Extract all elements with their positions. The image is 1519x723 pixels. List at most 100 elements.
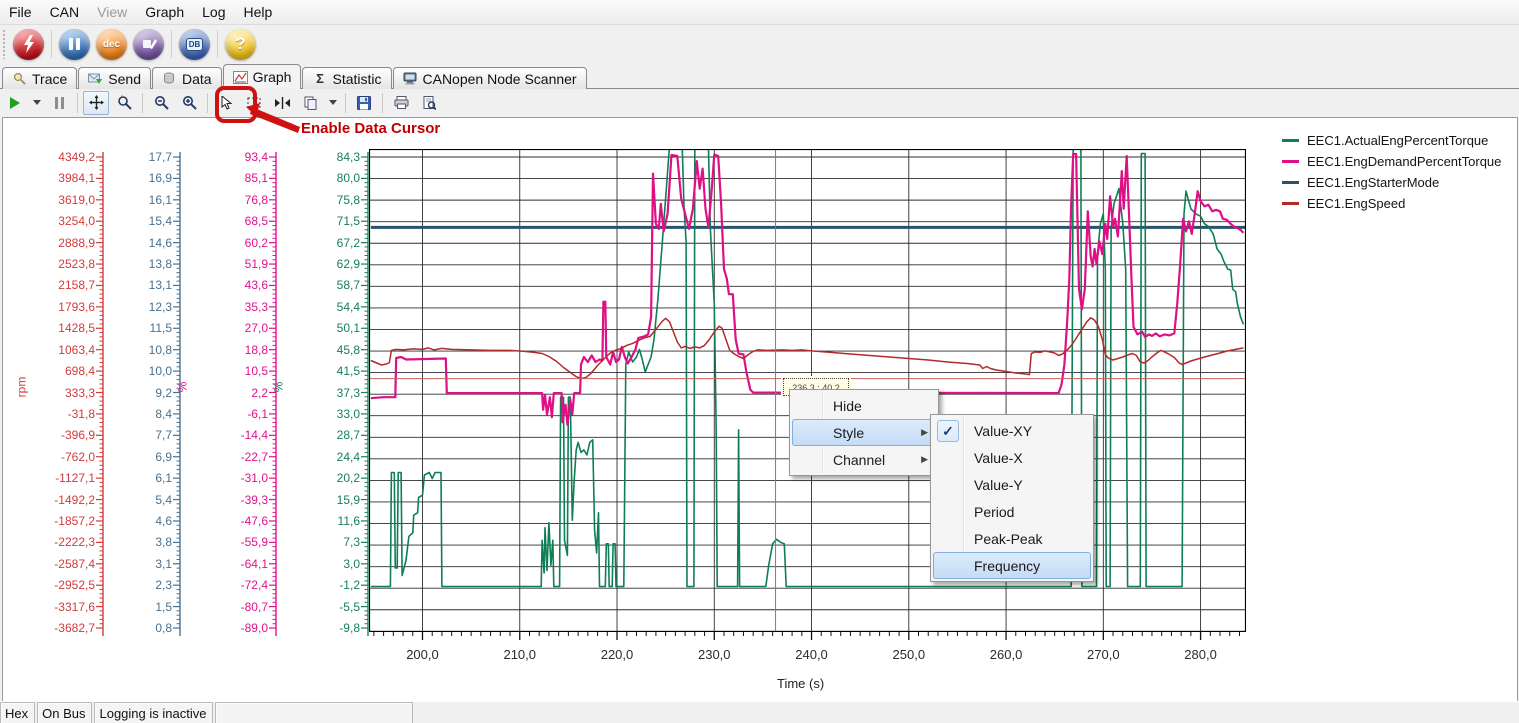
menu-item-hide[interactable]: Hide xyxy=(792,392,936,419)
y-axis-tick-label: 3619,0 xyxy=(25,194,95,206)
y-axis-tick-label: 37,3 xyxy=(290,387,360,399)
x-axis-tick-label: 240,0 xyxy=(782,647,842,662)
menu-graph[interactable]: Graph xyxy=(136,1,193,23)
y-axis-tick-label: 54,4 xyxy=(290,301,360,313)
tab-statistic[interactable]: Σ Statistic xyxy=(302,67,391,89)
tab-bar: Trace Send Data Graph Σ xyxy=(0,63,1519,89)
menu-item-style[interactable]: Style▶ xyxy=(792,419,936,446)
y-axis-tick-label: 12,3 xyxy=(102,301,172,313)
y-axis-line xyxy=(171,146,181,646)
y-axis-tick-label: 50,1 xyxy=(290,322,360,334)
decimal-mode-icon[interactable]: dec xyxy=(96,29,127,60)
copy-icon[interactable] xyxy=(297,91,323,115)
y-axis-tick-label: 35,3 xyxy=(198,301,268,313)
y-axis-tick-label: 16,1 xyxy=(102,194,172,206)
x-axis-tick-label: 230,0 xyxy=(684,647,744,662)
y-axis-tick-label: 85,1 xyxy=(198,172,268,184)
select-rectangle-icon[interactable] xyxy=(241,91,267,115)
y-axis-tick-label: 68,5 xyxy=(198,215,268,227)
y-axis-tick-label: 43,6 xyxy=(198,279,268,291)
main-toolbar: dec DB ? xyxy=(0,25,1519,63)
y-axis-tick-label: 17,7 xyxy=(102,151,172,163)
y-axis-tick-label: 10,0 xyxy=(102,365,172,377)
y-axis-tick-label: 24,4 xyxy=(290,451,360,463)
toolbar-separator xyxy=(217,30,218,58)
menu-help[interactable]: Help xyxy=(235,1,282,23)
tab-graph[interactable]: Graph xyxy=(223,64,302,89)
tab-send[interactable]: Send xyxy=(78,67,151,89)
y-axis-tick-label: 28,7 xyxy=(290,429,360,441)
menu-item-value-x[interactable]: Value-X xyxy=(933,444,1091,471)
annotation-label: Enable Data Cursor xyxy=(301,120,440,137)
pointer-icon[interactable] xyxy=(213,91,239,115)
tab-label: Statistic xyxy=(332,71,381,87)
x-axis-tick-label: 210,0 xyxy=(490,647,550,662)
y-axis-tick-label: 13,1 xyxy=(102,279,172,291)
menu-file[interactable]: File xyxy=(0,1,41,23)
y-axis-tick-label: 4,6 xyxy=(102,515,172,527)
y-axis-tick-label: 2158,7 xyxy=(25,279,95,291)
play-dropdown-icon[interactable] xyxy=(29,91,44,115)
legend-item[interactable]: EEC1.EngSpeed xyxy=(1282,193,1501,214)
save-icon[interactable] xyxy=(351,91,377,115)
legend-swatch xyxy=(1282,160,1299,163)
tab-trace[interactable]: Trace xyxy=(2,67,77,89)
menu-item-channel[interactable]: Channel▶ xyxy=(792,446,936,473)
data-cursor-icon[interactable] xyxy=(269,91,295,115)
x-axis-tick-label: 200,0 xyxy=(392,647,452,662)
legend: EEC1.ActualEngPercentTorque EEC1.EngDema… xyxy=(1282,130,1501,214)
print-preview-icon[interactable] xyxy=(416,91,442,115)
menu-item-value-y[interactable]: Value-Y xyxy=(933,471,1091,498)
menu-item-value-xy[interactable]: ✓Value-XY xyxy=(933,417,1091,444)
y-axis-tick-label: 2523,8 xyxy=(25,258,95,270)
graph-toolbar xyxy=(0,89,1519,116)
y-axis-tick-label: 10,8 xyxy=(102,344,172,356)
y-axis-line xyxy=(267,146,277,646)
y-axis-tick-label: -1492,2 xyxy=(25,494,95,506)
help-icon[interactable]: ? xyxy=(225,29,256,60)
legend-item[interactable]: EEC1.EngDemandPercentTorque xyxy=(1282,151,1501,172)
copy-dropdown-icon[interactable] xyxy=(325,91,340,115)
toolbar-separator xyxy=(171,30,172,58)
pause-icon[interactable] xyxy=(46,91,72,115)
send-envelope-icon xyxy=(88,72,103,85)
y-axis-tick-label: 60,2 xyxy=(198,237,268,249)
style-submenu: ✓Value-XY Value-X Value-Y Period Peak-Pe… xyxy=(930,414,1094,582)
menu-log[interactable]: Log xyxy=(193,1,234,23)
y-axis-tick-label: 71,5 xyxy=(290,215,360,227)
x-axis-tick-label: 260,0 xyxy=(976,647,1036,662)
graph-panel[interactable]: 4349,23984,13619,03254,02888,92523,82158… xyxy=(2,117,1518,702)
menu-can[interactable]: CAN xyxy=(41,1,89,23)
zoom-out-icon[interactable] xyxy=(148,91,174,115)
y-axis-tick-label: -396,9 xyxy=(25,429,95,441)
y-axis-tick-label: -1127,1 xyxy=(25,472,95,484)
zoom-tool-icon[interactable] xyxy=(111,91,137,115)
menu-item-period[interactable]: Period xyxy=(933,498,1091,525)
y-axis-tick-label: -14,4 xyxy=(198,429,268,441)
tab-data[interactable]: Data xyxy=(152,67,222,89)
y-axis-tick-label: 41,5 xyxy=(290,365,360,377)
y-axis-unit-label: % xyxy=(175,382,189,393)
play-icon[interactable] xyxy=(1,91,27,115)
y-axis-tick-label: 15,9 xyxy=(290,494,360,506)
toolbar-grip[interactable] xyxy=(2,29,7,59)
y-axis-tick-label: 4349,2 xyxy=(25,151,95,163)
menu-item-frequency[interactable]: Frequency xyxy=(933,552,1091,579)
status-hex[interactable]: Hex xyxy=(0,702,35,723)
edit-format-icon[interactable] xyxy=(133,29,164,60)
zoom-in-icon[interactable] xyxy=(176,91,202,115)
legend-swatch xyxy=(1282,139,1299,142)
menu-item-peak-peak[interactable]: Peak-Peak xyxy=(933,525,1091,552)
y-axis-tick-label: -2222,3 xyxy=(25,536,95,548)
y-axis-tick-label: 11,5 xyxy=(102,322,172,334)
y-axis-tick-label: -89,0 xyxy=(198,622,268,634)
legend-item[interactable]: EEC1.ActualEngPercentTorque xyxy=(1282,130,1501,151)
pause-icon[interactable] xyxy=(59,29,90,60)
database-icon[interactable]: DB xyxy=(179,29,210,60)
pan-tool-icon[interactable] xyxy=(83,91,109,115)
y-axis-tick-label: 18,8 xyxy=(198,344,268,356)
legend-item[interactable]: EEC1.EngStarterMode xyxy=(1282,172,1501,193)
print-icon[interactable] xyxy=(388,91,414,115)
tab-canopen-node-scanner[interactable]: CANopen Node Scanner xyxy=(393,67,587,89)
lightning-disconnect-icon[interactable] xyxy=(13,29,44,60)
